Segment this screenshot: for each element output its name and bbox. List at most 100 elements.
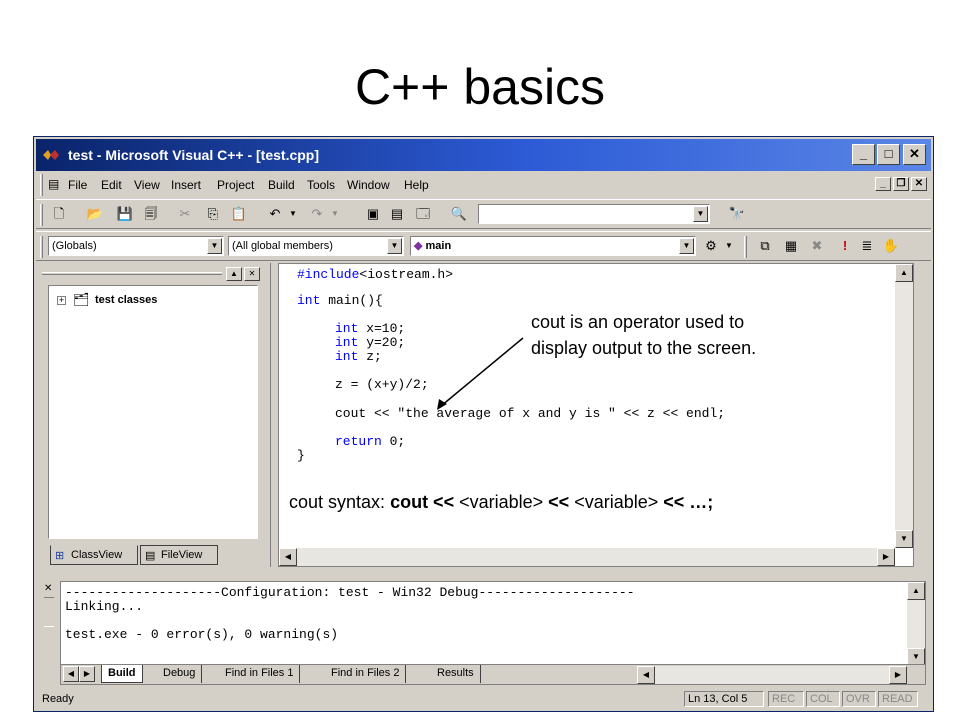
scope-combo[interactable]: (Globals) ▼	[48, 236, 224, 256]
output-line: Linking...	[65, 599, 144, 614]
tab-find-in-files-1[interactable]: Find in Files 1	[219, 665, 301, 683]
scroll-left-button[interactable]: ◀	[279, 548, 297, 566]
find-combo[interactable]: ▼	[478, 204, 710, 224]
tab-find-in-files-2[interactable]: Find in Files 2	[325, 665, 407, 683]
menu-insert[interactable]: Insert	[171, 178, 201, 192]
build-icon[interactable]: ▦	[782, 238, 800, 254]
slide-title: C++ basics	[354, 59, 606, 115]
code-text: main(){	[320, 293, 383, 308]
scroll-up-button[interactable]: ▲	[895, 264, 913, 282]
function-icon: ◆	[414, 240, 426, 252]
find-in-files-icon[interactable]: 🔍	[450, 206, 468, 222]
close-button[interactable]: ✕	[903, 144, 926, 165]
scroll-right-button[interactable]: ▶	[889, 666, 907, 684]
maximize-button[interactable]: □	[877, 144, 900, 165]
open-icon[interactable]: 📂	[86, 206, 104, 222]
wizardbar-grip[interactable]	[40, 236, 43, 258]
mdi-restore-button[interactable]: ❐	[893, 177, 909, 191]
workspace-close-button[interactable]: ✕	[244, 267, 260, 281]
copy-icon[interactable]: ⎘	[204, 206, 222, 222]
chevron-down-icon[interactable]: ▼	[387, 238, 402, 254]
code-editor[interactable]: #include<iostream.h> int main(){ int x=1…	[278, 263, 914, 567]
save-icon[interactable]: 💾	[116, 206, 134, 222]
workspace-grip[interactable]	[42, 272, 222, 275]
doc-menu-icon[interactable]: ▤	[48, 177, 59, 191]
scroll-left-button[interactable]: ◀	[637, 666, 655, 684]
output-window-icon[interactable]: ▤	[388, 206, 406, 222]
chevron-down-icon[interactable]: ▼	[693, 206, 708, 222]
code-text: 0;	[381, 434, 406, 449]
splitter[interactable]	[270, 263, 278, 567]
tab-classview[interactable]: ⊞ ClassView	[50, 545, 138, 565]
output-vscroll[interactable]: ▲ ▼	[907, 582, 925, 666]
editor-vscroll[interactable]: ▲ ▼	[895, 264, 913, 548]
menu-file[interactable]: File	[68, 178, 87, 192]
output-close-icon[interactable]: ✕	[44, 583, 52, 594]
status-rec: REC	[768, 691, 804, 707]
minimize-button[interactable]: _	[852, 144, 875, 165]
wizard-dropdown-icon[interactable]: ▼	[720, 238, 738, 254]
tab-results[interactable]: Results	[431, 665, 481, 683]
keyword: int	[335, 335, 359, 350]
redo-dropdown-icon[interactable]: ▼	[326, 206, 344, 222]
function-combo[interactable]: ◆ main ▼	[410, 236, 696, 256]
menu-edit[interactable]: Edit	[101, 178, 122, 192]
stop-build-icon[interactable]: ✖	[808, 238, 826, 254]
toolbar-grip[interactable]	[40, 204, 43, 226]
menu-tools[interactable]: Tools	[307, 178, 335, 192]
execute-icon[interactable]: !	[836, 238, 854, 254]
keyword: #include	[297, 267, 360, 282]
paste-icon[interactable]: 📋	[230, 206, 248, 222]
menu-view[interactable]: View	[134, 178, 160, 192]
tab-debug[interactable]: Debug	[157, 665, 203, 683]
editor-hscroll[interactable]: ◀ ▶	[279, 548, 895, 566]
go-icon[interactable]: ≣	[858, 238, 876, 254]
window-list-icon[interactable]: 🗔	[414, 206, 432, 222]
menu-build[interactable]: Build	[268, 178, 295, 192]
tab-build[interactable]: Build	[101, 665, 143, 683]
output-tabs: ◀ ▶ Build Debug Find in Files 1 Find in …	[61, 664, 925, 684]
output-grip[interactable]	[44, 597, 54, 627]
wizard-action-icon[interactable]: ⚙	[702, 238, 720, 254]
menu-grip[interactable]	[40, 174, 43, 196]
binoculars-icon[interactable]: 🔭	[728, 206, 746, 222]
chevron-down-icon[interactable]: ▼	[679, 238, 694, 254]
cout-note-line2: display output to the screen.	[531, 338, 757, 358]
expand-icon[interactable]: +	[57, 296, 66, 305]
mdi-minimize-button[interactable]: _	[875, 177, 891, 191]
output-line: test.exe - 0 error(s), 0 warning(s)	[65, 627, 339, 642]
cout-syntax: cout syntax: cout << <variable> << <vari…	[289, 492, 713, 513]
chevron-down-icon[interactable]: ▼	[207, 238, 222, 254]
new-file-icon[interactable]: 🗋	[50, 206, 68, 222]
tab-scroll-right-button[interactable]: ▶	[79, 666, 95, 682]
tab-fileview[interactable]: ▤ FileView	[140, 545, 218, 565]
compile-icon[interactable]: ⧉	[756, 238, 774, 254]
code-line: return 0;	[335, 435, 405, 449]
scroll-right-button[interactable]: ▶	[877, 548, 895, 566]
tab-scroll-left-button[interactable]: ◀	[63, 666, 79, 682]
visual-cpp-icon	[43, 150, 59, 160]
redo-icon[interactable]: ↷	[308, 206, 326, 222]
undo-icon[interactable]: ↶	[266, 206, 284, 222]
title-bar[interactable]: test - Microsoft Visual C++ - [test.cpp]…	[36, 139, 931, 171]
code-text: <iostream.h>	[359, 267, 454, 282]
menu-project[interactable]: Project	[217, 178, 254, 192]
workspace-icon[interactable]: ▣	[364, 206, 382, 222]
undo-dropdown-icon[interactable]: ▼	[284, 206, 302, 222]
output-hscroll[interactable]: ◀ ▶	[637, 666, 907, 684]
syntax-cout-op: cout <<	[390, 492, 455, 512]
breakpoint-hand-icon[interactable]: ✋	[882, 238, 900, 254]
members-combo[interactable]: (All global members) ▼	[228, 236, 404, 256]
output-line: --------------------Configuration: test …	[65, 585, 635, 600]
mdi-close-button[interactable]: ✕	[911, 177, 927, 191]
cut-icon[interactable]: ✂	[176, 206, 194, 222]
menu-window[interactable]: Window	[347, 178, 390, 192]
workspace-float-button[interactable]: ▲	[226, 267, 242, 281]
tree-root-label[interactable]: test classes	[95, 294, 157, 306]
class-tree: + 🗂 test classes	[48, 285, 258, 539]
menu-help[interactable]: Help	[404, 178, 429, 192]
save-all-icon[interactable]: 🗐	[142, 206, 160, 222]
scroll-down-button[interactable]: ▼	[895, 530, 913, 548]
buildbar-grip[interactable]	[744, 236, 747, 258]
scroll-up-button[interactable]: ▲	[907, 582, 925, 600]
